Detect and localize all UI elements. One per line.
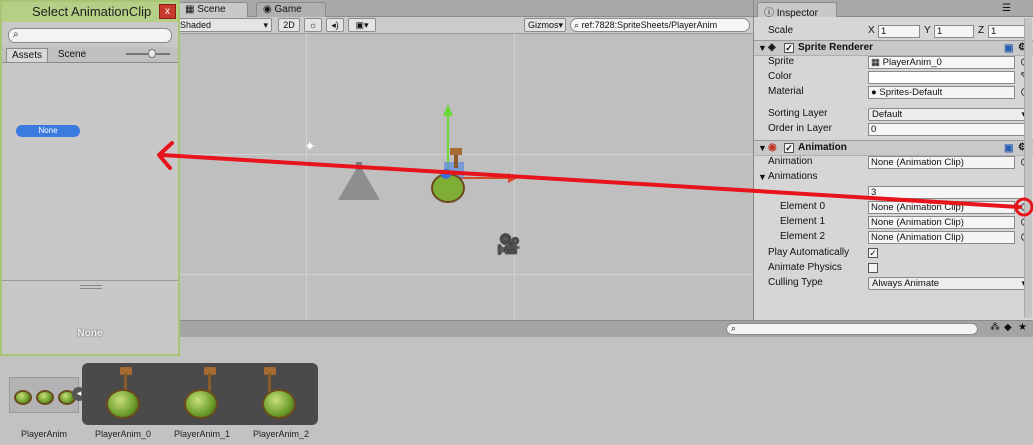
annotation-arrow (157, 141, 1033, 217)
